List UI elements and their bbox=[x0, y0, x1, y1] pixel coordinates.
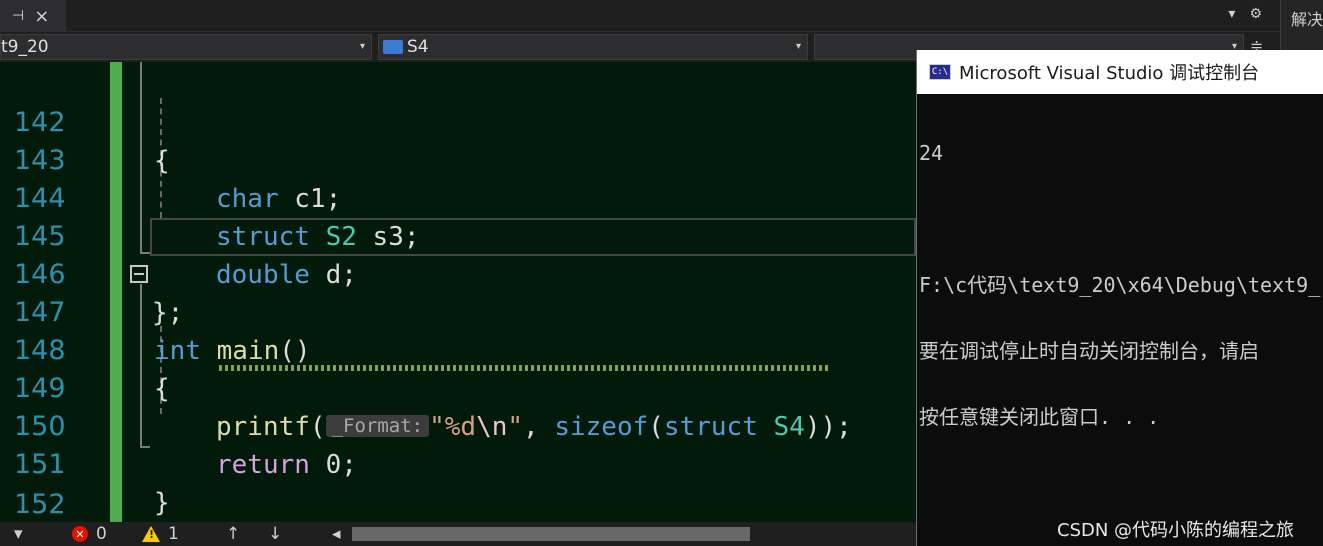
console-line: 24 bbox=[919, 141, 944, 165]
warning-count-value: 1 bbox=[168, 524, 179, 544]
code-line[interactable]: 143 char c1; bbox=[0, 104, 916, 214]
tab-strip-actions: ▾ ⚙ bbox=[1228, 6, 1262, 22]
warning-count[interactable]: 1 bbox=[142, 522, 179, 546]
code-line[interactable]: 152 bbox=[0, 448, 916, 520]
scope-dropdown-value: S4 bbox=[407, 37, 429, 57]
code-line[interactable]: 151 } bbox=[0, 408, 916, 518]
pin-icon[interactable]: ⊣ bbox=[12, 8, 24, 24]
project-dropdown[interactable]: t9_20 ▾ bbox=[0, 34, 372, 60]
console-app-icon: C:\ bbox=[929, 64, 951, 80]
chevron-down-icon: ▾ bbox=[14, 524, 23, 544]
chevron-down-icon: ▾ bbox=[359, 41, 365, 52]
next-issue-button[interactable]: ↓ bbox=[268, 522, 282, 546]
error-count-value: 0 bbox=[96, 524, 107, 544]
chevron-down-icon[interactable]: ▾ bbox=[1228, 6, 1235, 22]
scope-dropdown[interactable]: S4 ▾ bbox=[378, 34, 808, 60]
console-output: 24 F:\c代码\text9_20\x64\Debug\text9_ 要在调试… bbox=[919, 98, 1320, 472]
console-line: 按任意键关闭此窗口. . . bbox=[919, 405, 1160, 429]
previous-issue-button[interactable]: ↑ bbox=[226, 522, 240, 546]
code-line[interactable]: 150 return 0; bbox=[0, 370, 916, 480]
console-title: Microsoft Visual Studio 调试控制台 bbox=[959, 63, 1260, 84]
project-dropdown-value: t9_20 bbox=[1, 37, 49, 57]
chevron-down-icon: ▾ bbox=[795, 41, 801, 52]
code-line[interactable]: 148 { bbox=[0, 294, 916, 404]
gear-icon[interactable]: ⚙ bbox=[1249, 6, 1262, 22]
document-tab[interactable]: ⊣ × bbox=[0, 0, 66, 32]
watermark: CSDN @代码小陈的编程之旅 bbox=[1057, 520, 1295, 541]
document-tab-strip: ⊣ × ▾ ⚙ bbox=[0, 0, 1280, 32]
debug-console-window[interactable]: C:\ Microsoft Visual Studio 调试控制台 24 F:\… bbox=[916, 50, 1323, 546]
horizontal-scrollbar-thumb[interactable] bbox=[352, 527, 750, 541]
arrow-up-icon: ↑ bbox=[226, 524, 241, 544]
code-line[interactable]: 144 struct S2 s3; bbox=[0, 142, 916, 252]
scroll-left-button[interactable]: ◂ bbox=[332, 522, 341, 546]
code-editor[interactable]: 142 { 143 char c1; 144 struct S2 s3; 145… bbox=[0, 62, 916, 522]
arrow-down-icon: ↓ bbox=[268, 524, 283, 544]
error-icon: ✕ bbox=[72, 526, 88, 542]
code-line[interactable]: 142 { bbox=[0, 66, 916, 176]
console-line: F:\c代码\text9_20\x64\Debug\text9_ bbox=[919, 273, 1321, 297]
warning-squiggle[interactable] bbox=[216, 365, 828, 371]
code-line[interactable]: 153 bbox=[0, 486, 916, 522]
close-icon[interactable]: × bbox=[34, 6, 49, 27]
code-line[interactable]: 146 }; bbox=[0, 218, 916, 328]
console-title-bar[interactable]: C:\ Microsoft Visual Studio 调试控制台 bbox=[917, 50, 1323, 94]
arrow-left-icon: ◂ bbox=[332, 524, 341, 544]
editor-status-bar: ▾ ✕ 0 1 ↑ ↓ ◂ bbox=[0, 522, 916, 546]
zoom-dropdown[interactable]: ▾ bbox=[14, 522, 23, 546]
struct-icon bbox=[383, 40, 403, 54]
solution-explorer-title[interactable]: 解决 bbox=[1291, 6, 1323, 30]
warning-icon bbox=[142, 526, 160, 542]
console-line: 要在调试停止时自动关闭控制台，请启 bbox=[919, 339, 1259, 363]
code-line[interactable]: 145 double d; bbox=[0, 180, 916, 290]
code-line[interactable]: 147 int main() bbox=[0, 256, 916, 366]
error-count[interactable]: ✕ 0 bbox=[72, 522, 107, 546]
